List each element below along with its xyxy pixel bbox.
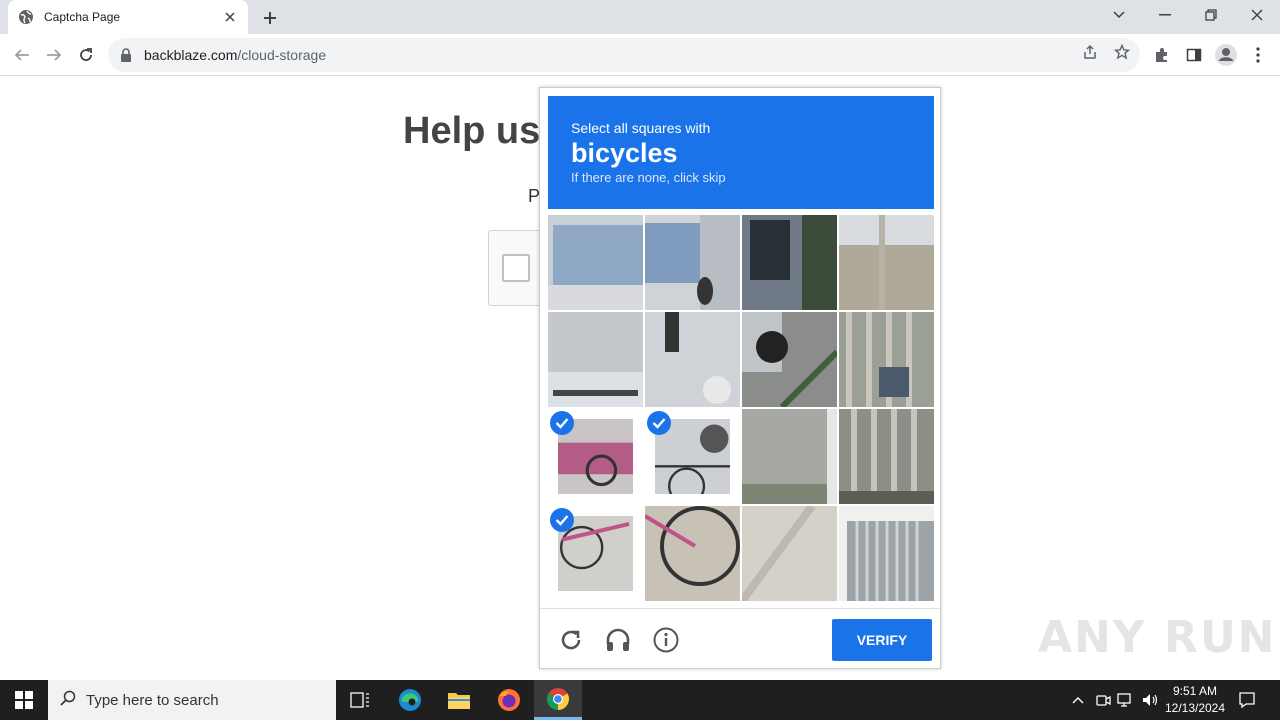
taskbar: Type here to search 9:51 AM 12/13/2024 (0, 680, 1280, 720)
captcha-hint: If there are none, click skip (571, 170, 726, 185)
notifications-icon[interactable] (1237, 690, 1257, 710)
captcha-instruction: Select all squares with (571, 120, 711, 136)
tile-4-4[interactable] (839, 506, 934, 601)
browser-toolbar: backblaze.com/cloud-storage (0, 34, 1280, 76)
tile-image (548, 312, 643, 407)
captcha-checkbox[interactable] (502, 254, 530, 282)
new-tab-icon[interactable] (258, 6, 282, 30)
tile-2-4[interactable] (839, 312, 934, 407)
tile-image (742, 409, 837, 504)
tile-4-3[interactable] (742, 506, 837, 601)
file-explorer-icon[interactable] (435, 680, 483, 720)
tab-title: Captcha Page (44, 10, 121, 24)
globe-icon (18, 9, 34, 25)
headphones-icon[interactable] (603, 625, 633, 655)
chevron-up-icon[interactable] (1068, 690, 1088, 710)
firefox-icon[interactable] (485, 680, 533, 720)
minimize-icon[interactable] (1142, 0, 1188, 30)
tile-image (839, 215, 934, 310)
tile-2-3[interactable] (742, 312, 837, 407)
checkmark-icon (550, 411, 574, 435)
kebab-menu-icon[interactable] (1246, 43, 1270, 67)
tile-2-1[interactable] (548, 312, 643, 407)
tile-3-4[interactable] (839, 409, 934, 504)
tile-1-2[interactable] (645, 215, 740, 310)
tile-4-2[interactable] (645, 506, 740, 601)
side-panel-icon[interactable] (1182, 43, 1206, 67)
tile-image (742, 506, 837, 601)
tile-image (839, 312, 934, 407)
reload-challenge-icon[interactable] (556, 625, 586, 655)
lock-icon[interactable] (120, 48, 134, 62)
tile-image (645, 215, 740, 310)
clock-time: 9:51 AM (1172, 684, 1218, 698)
back-icon[interactable] (9, 42, 35, 68)
checkmark-icon (647, 411, 671, 435)
info-icon[interactable] (651, 625, 681, 655)
tile-image (645, 312, 740, 407)
tile-4-1[interactable] (548, 506, 643, 601)
tile-3-2[interactable] (645, 409, 740, 504)
url-host: backblaze.com (144, 47, 238, 63)
windows-start-icon[interactable] (0, 680, 48, 720)
tile-1-4[interactable] (839, 215, 934, 310)
search-icon (60, 690, 76, 711)
captcha-grid (548, 215, 934, 601)
reload-icon[interactable] (73, 42, 99, 68)
tile-image (742, 312, 837, 407)
browser-tab[interactable]: Captcha Page (8, 0, 248, 34)
system-clock[interactable]: 9:51 AM 12/13/2024 (1160, 683, 1230, 717)
meet-now-icon[interactable] (1093, 690, 1113, 710)
url-text: backblaze.com/cloud-storage (144, 47, 326, 63)
tile-image (839, 409, 934, 504)
tile-image (645, 506, 740, 601)
edge-icon[interactable] (386, 680, 434, 720)
search-placeholder: Type here to search (86, 691, 219, 709)
share-icon[interactable] (1080, 42, 1100, 62)
captcha-challenge: Select all squares with bicycles If ther… (539, 87, 941, 669)
captcha-header: Select all squares with bicycles If ther… (548, 96, 934, 209)
task-view-icon[interactable] (336, 680, 384, 720)
tile-image (742, 215, 837, 310)
tile-1-3[interactable] (742, 215, 837, 310)
watermark-logo: ANY RUN (1038, 612, 1277, 663)
verify-button[interactable]: VERIFY (832, 619, 932, 661)
captcha-footer: VERIFY (540, 608, 940, 668)
page-heading: Help us (403, 110, 541, 152)
tile-3-3[interactable] (742, 409, 837, 504)
tile-image (839, 506, 934, 601)
clock-date: 12/13/2024 (1164, 701, 1226, 715)
close-window-icon[interactable] (1234, 0, 1280, 30)
captcha-target: bicycles (571, 138, 678, 168)
bookmark-star-icon[interactable] (1112, 42, 1132, 62)
network-icon[interactable] (1116, 690, 1136, 710)
tile-1-1[interactable] (548, 215, 643, 310)
tab-search-icon[interactable] (1096, 0, 1142, 30)
restore-icon[interactable] (1188, 0, 1234, 30)
close-tab-icon[interactable] (222, 9, 238, 25)
chrome-icon[interactable] (534, 680, 582, 720)
profile-avatar-icon[interactable] (1214, 43, 1238, 67)
volume-icon[interactable] (1140, 690, 1160, 710)
address-bar[interactable]: backblaze.com/cloud-storage (108, 38, 1140, 72)
tab-strip: Captcha Page (0, 0, 1280, 34)
taskbar-search-box[interactable]: Type here to search (48, 680, 336, 720)
tile-2-2[interactable] (645, 312, 740, 407)
forward-icon[interactable] (41, 42, 67, 68)
extensions-icon[interactable] (1150, 43, 1174, 67)
url-path: /cloud-storage (237, 47, 327, 63)
checkmark-icon (550, 508, 574, 532)
tile-image (548, 215, 643, 310)
tile-3-1[interactable] (548, 409, 643, 504)
